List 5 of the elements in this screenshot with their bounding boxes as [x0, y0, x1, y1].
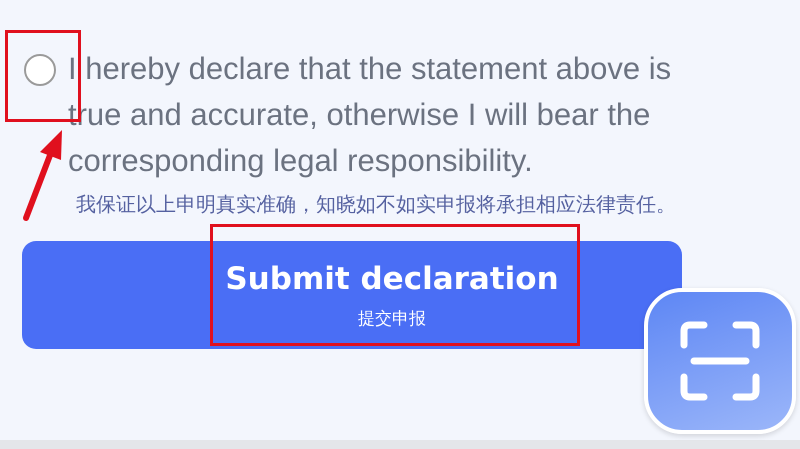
scan-icon: [680, 321, 760, 401]
scan-button[interactable]: [644, 288, 796, 434]
radio-button[interactable]: [24, 54, 56, 86]
submit-button[interactable]: Submit declaration 提交申报: [22, 241, 682, 349]
declaration-note: 我保证以上申明真实准确，知晓如不如实申报将承担相应法律责任。: [76, 191, 677, 218]
